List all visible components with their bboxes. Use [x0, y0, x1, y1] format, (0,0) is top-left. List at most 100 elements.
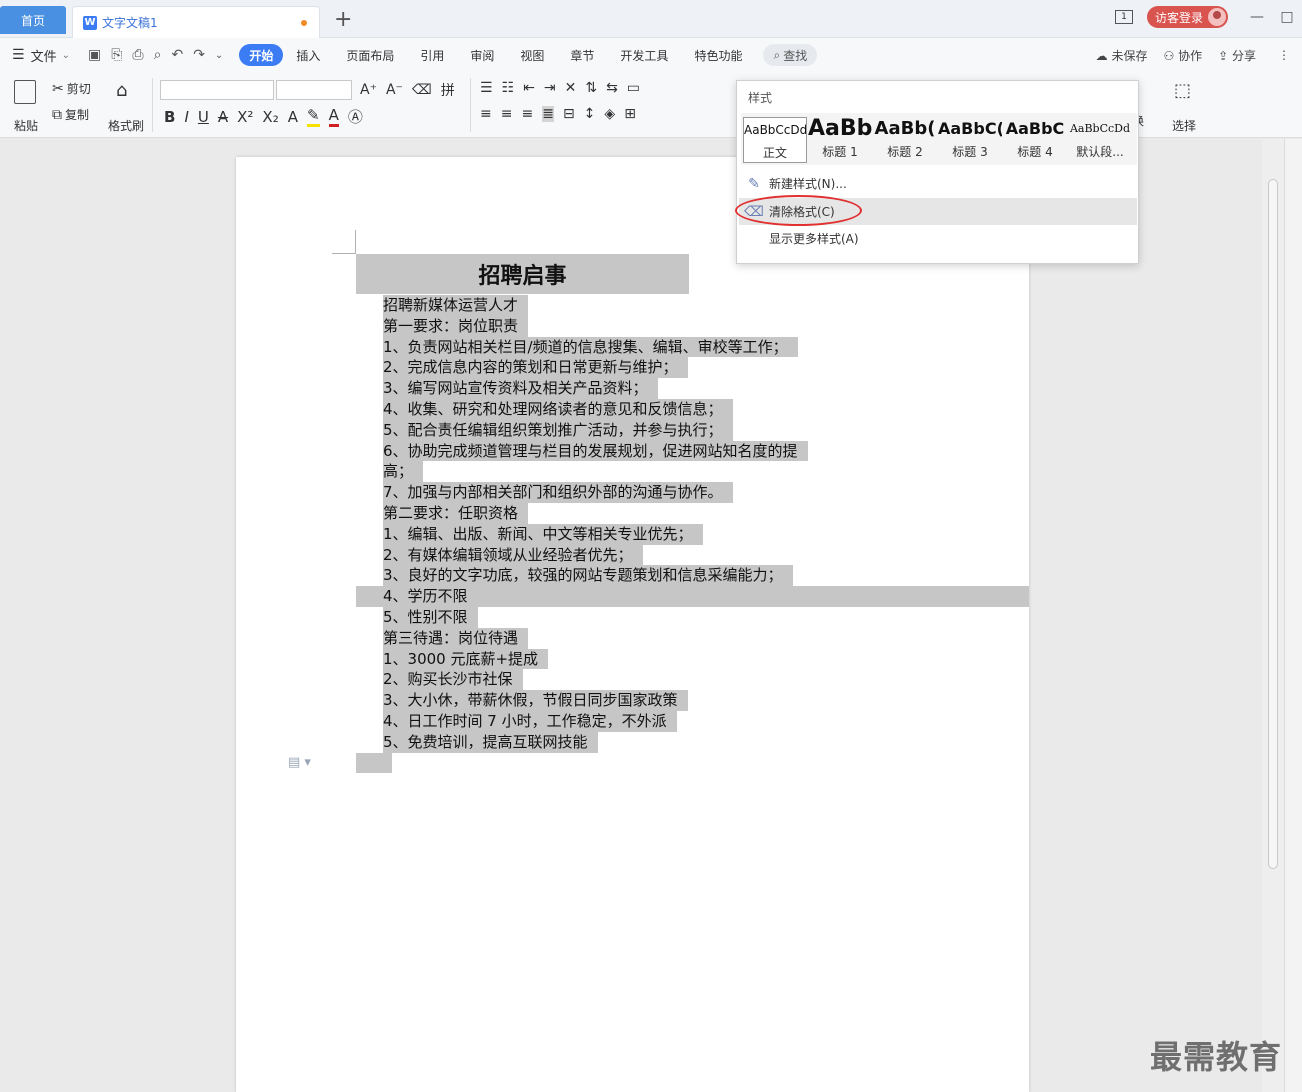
document-line[interactable]: 2、完成信息内容的策划和日常更新与维护； [383, 357, 688, 379]
style-normal[interactable]: AaBbCcDd 正文 [743, 117, 807, 163]
show-marks-icon[interactable]: ▭ [627, 80, 640, 96]
cut-button[interactable]: ✂ 剪切 [52, 80, 91, 97]
vertical-scrollbar[interactable] [1262, 139, 1284, 1092]
document-line[interactable]: 3、良好的文字功底，较强的网站专题策划和信息采编能力； [383, 565, 793, 587]
decrease-font-icon[interactable]: A⁻ [386, 82, 403, 98]
paste-button[interactable]: 粘贴 [8, 78, 44, 134]
style-heading-4[interactable]: AaBbC 标题 4 [1003, 117, 1067, 163]
document-line[interactable]: 1、3000 元底薪+提成 [383, 648, 549, 670]
document-line[interactable]: 1、编辑、出版、新闻、中文等相关专业优先； [383, 523, 703, 545]
tab-document[interactable]: W 文字文稿1 [72, 6, 320, 38]
new-style-menu-item[interactable]: ✎ 新建样式(N)... [739, 170, 1137, 197]
customize-toolbar-icon[interactable]: ⌄ [215, 50, 223, 61]
guest-login-button[interactable]: 访客登录 [1146, 6, 1228, 28]
line-spacing-icon[interactable]: ↕ [584, 106, 596, 122]
print-preview-icon[interactable]: ⌕ [154, 47, 162, 63]
tab-special-features[interactable]: 特色功能 [681, 44, 755, 66]
document-line[interactable]: 高； [383, 461, 424, 483]
empty-paragraph[interactable] [356, 753, 392, 773]
eraser-icon[interactable]: ⌫ [412, 82, 432, 98]
add-tab-button[interactable]: + [334, 8, 352, 32]
borders-icon[interactable]: ⊞ [624, 106, 636, 122]
document-line[interactable]: 5、免费培训，提高互联网技能 [383, 731, 598, 753]
tab-insert[interactable]: 插入 [283, 44, 333, 66]
document-line[interactable]: 招聘新媒体运营人才 [383, 295, 529, 316]
tab-review[interactable]: 审阅 [457, 44, 507, 66]
font-color-icon[interactable]: A [328, 106, 339, 127]
style-default-paragraph[interactable]: AaBbCcDd 默认段... [1068, 117, 1132, 163]
shading-icon[interactable]: ◈ [604, 106, 615, 122]
tab-developer[interactable]: 开发工具 [607, 44, 681, 66]
share-button[interactable]: ⇪ 分享 [1218, 47, 1256, 64]
document-line[interactable]: 3、编写网站宣传资料及相关产品资料； [383, 378, 658, 399]
unsaved-status[interactable]: ☁ 未保存 [1096, 47, 1148, 64]
font-family-select[interactable] [160, 80, 274, 100]
redo-icon[interactable]: ↷ [193, 47, 205, 63]
strikethrough-icon[interactable]: A [218, 108, 228, 126]
tab-page-layout[interactable]: 页面布局 [333, 44, 407, 66]
document-line[interactable]: 7、加强与内部相关部门和组织外部的沟通与协作。 [383, 482, 733, 503]
document-line[interactable]: 4、学历不限 [383, 586, 478, 607]
highlight-icon[interactable]: ✎ [306, 106, 320, 127]
distributed-icon[interactable]: ⊟ [563, 106, 575, 122]
file-menu[interactable]: ☰ 文件 ⌄ [12, 46, 70, 65]
document-line[interactable]: 第三待遇：岗位待遇 [383, 627, 529, 649]
document-line[interactable]: 5、性别不限 [383, 607, 478, 628]
italic-icon[interactable]: I [184, 108, 188, 126]
justify-icon[interactable]: ≣ [542, 106, 554, 122]
char-border-icon[interactable]: Ⓐ [348, 106, 363, 127]
scrollbar-thumb[interactable] [1268, 179, 1278, 869]
tab-home-ribbon[interactable]: 开始 [239, 44, 284, 66]
search-button[interactable]: ⌕ 查找 [763, 44, 818, 66]
more-styles-menu-item[interactable]: 显示更多样式(A) [739, 225, 1137, 252]
underline-icon[interactable]: U [198, 108, 209, 126]
style-heading-3[interactable]: AaBbC( 标题 3 [938, 117, 1002, 163]
tab-section[interactable]: 章节 [557, 44, 607, 66]
select-button[interactable]: ⬚ 选择 [1166, 78, 1202, 134]
document-line[interactable]: 1、负责网站相关栏目/频道的信息搜集、编辑、审校等工作； [383, 336, 798, 358]
subscript-icon[interactable]: X₂ [262, 108, 278, 126]
tab-view[interactable]: 视图 [507, 44, 557, 66]
window-count-icon[interactable]: 1 [1114, 10, 1133, 24]
tab-references[interactable]: 引用 [407, 44, 457, 66]
bold-icon[interactable]: B [164, 108, 175, 126]
document-line[interactable]: 3、大小休，带薪休假，节假日同步国家政策 [383, 690, 688, 711]
align-center-icon[interactable]: ≡ [501, 106, 513, 122]
undo-icon[interactable]: ↶ [171, 47, 183, 63]
numbered-list-icon[interactable]: ☷ [502, 80, 515, 96]
sort-icon[interactable]: ⇆ [606, 80, 618, 96]
style-heading-1[interactable]: AaBb 标题 1 [808, 117, 872, 163]
tab-home[interactable]: 首页 [0, 6, 66, 34]
superscript-icon[interactable]: X² [237, 108, 253, 126]
minimize-button[interactable]: — [1242, 9, 1272, 25]
document-line[interactable]: 2、购买长沙市社保 [383, 669, 523, 691]
document-line[interactable]: 4、收集、研究和处理网络读者的意见和反馈信息； [383, 399, 733, 420]
save-icon[interactable]: ▣ [88, 47, 101, 63]
decrease-indent-icon[interactable]: ⇤ [523, 80, 535, 96]
document-line[interactable]: 6、协助完成频道管理与栏目的发展规划，促进网站知名度的提 [383, 440, 808, 462]
phonetic-icon[interactable]: 拼 [441, 80, 455, 100]
export-pdf-icon[interactable]: ⎘ [111, 47, 122, 63]
increase-indent-icon[interactable]: ⇥ [544, 80, 556, 96]
align-right-icon[interactable]: ≡ [521, 106, 533, 122]
align-left-icon[interactable]: ≡ [480, 106, 492, 122]
format-painter-button[interactable]: ⌂ 格式刷 [106, 78, 146, 134]
chinese-layout-icon[interactable]: ✕ [565, 80, 577, 96]
more-menu-icon[interactable]: ⋮ [1278, 48, 1290, 62]
document-line[interactable]: 5、配合责任编辑组织策划推广活动，并参与执行； [383, 419, 733, 441]
style-heading-2[interactable]: AaBb( 标题 2 [873, 117, 937, 163]
maximize-button[interactable]: □ [1272, 9, 1302, 25]
document-page[interactable] [236, 157, 1029, 1092]
document-line[interactable]: 2、有媒体编辑领域从业经验者优先； [383, 544, 643, 566]
paragraph-handle-icon[interactable]: ▤ ▾ [288, 755, 311, 770]
increase-font-icon[interactable]: A⁺ [360, 82, 377, 98]
font-size-select[interactable] [276, 80, 352, 100]
document-line[interactable]: 第二要求：任职资格 [383, 503, 529, 524]
document-line[interactable]: 第一要求：岗位职责 [383, 315, 529, 337]
collaborate-button[interactable]: ⚇ 协作 [1163, 47, 1202, 64]
copy-button[interactable]: ⧉ 复制 [52, 106, 89, 123]
document-title[interactable]: 招聘启事 [356, 254, 689, 294]
text-direction-icon[interactable]: ⇅ [585, 80, 597, 96]
print-icon[interactable]: ⎙ [132, 47, 143, 63]
bullet-list-icon[interactable]: ☰ [480, 80, 493, 96]
